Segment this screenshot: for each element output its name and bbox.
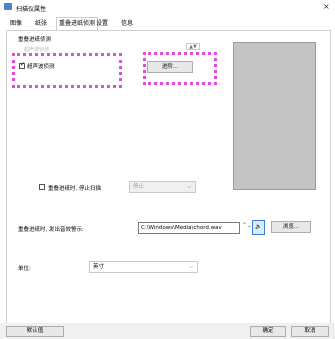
feed-preview-image — [233, 42, 316, 190]
chevron-down-icon: ⌵ — [187, 184, 191, 190]
tab-paper[interactable]: 纸张 — [33, 18, 49, 29]
default-button[interactable]: 默认值 — [6, 326, 64, 337]
close-icon[interactable]: × — [323, 2, 330, 11]
advanced-button[interactable]: 进阶... — [147, 61, 193, 73]
unit-value: 英寸 — [93, 264, 105, 270]
spin-icon[interactable]: ▲▼ — [186, 43, 200, 50]
tab-info[interactable]: 信息 — [119, 18, 135, 29]
unit-label: 单位: — [18, 266, 31, 272]
tab-image[interactable]: 图像 — [8, 18, 24, 29]
stop-mode-value: 停止 — [133, 184, 145, 190]
sound-path-field[interactable]: C:\Windows\Media\chord.wav — [138, 222, 240, 234]
tab-bar: 图像 纸张 重叠进纸侦测 设置 信息 — [0, 17, 335, 30]
tab-double-feed[interactable]: 重叠进纸侦测 — [56, 17, 99, 30]
tab-settings[interactable]: 设置 — [94, 18, 110, 29]
browse-button[interactable]: 浏览... — [271, 221, 311, 233]
stop-mode-select[interactable]: 停止 ⌵ — [129, 181, 196, 193]
speaker-icon[interactable]: 🔈 — [252, 220, 265, 235]
stop-scan-label: 重叠进纸时, 停止扫描 — [48, 186, 101, 192]
window-title: 扫描仪属性 — [16, 6, 47, 13]
unit-select[interactable]: 英寸 ⌵ — [89, 261, 198, 273]
stop-scan-checkbox[interactable] — [39, 184, 45, 190]
highlight-box-checkbox — [12, 53, 122, 88]
title-bar: 扫描仪属性 × — [0, 0, 335, 14]
group-label: 重叠进纸侦测 — [18, 37, 52, 43]
spin-icon[interactable]: ⌃⌄ — [242, 222, 252, 229]
app-icon — [4, 3, 12, 10]
faint-caption: 超声波侦测 — [24, 47, 50, 53]
chevron-down-icon: ⌵ — [189, 264, 193, 270]
cancel-button[interactable]: 取消 — [291, 326, 329, 337]
sound-label: 重叠进纸时, 发出音效警示: — [18, 227, 84, 233]
ok-button[interactable]: 确定 — [250, 326, 286, 337]
